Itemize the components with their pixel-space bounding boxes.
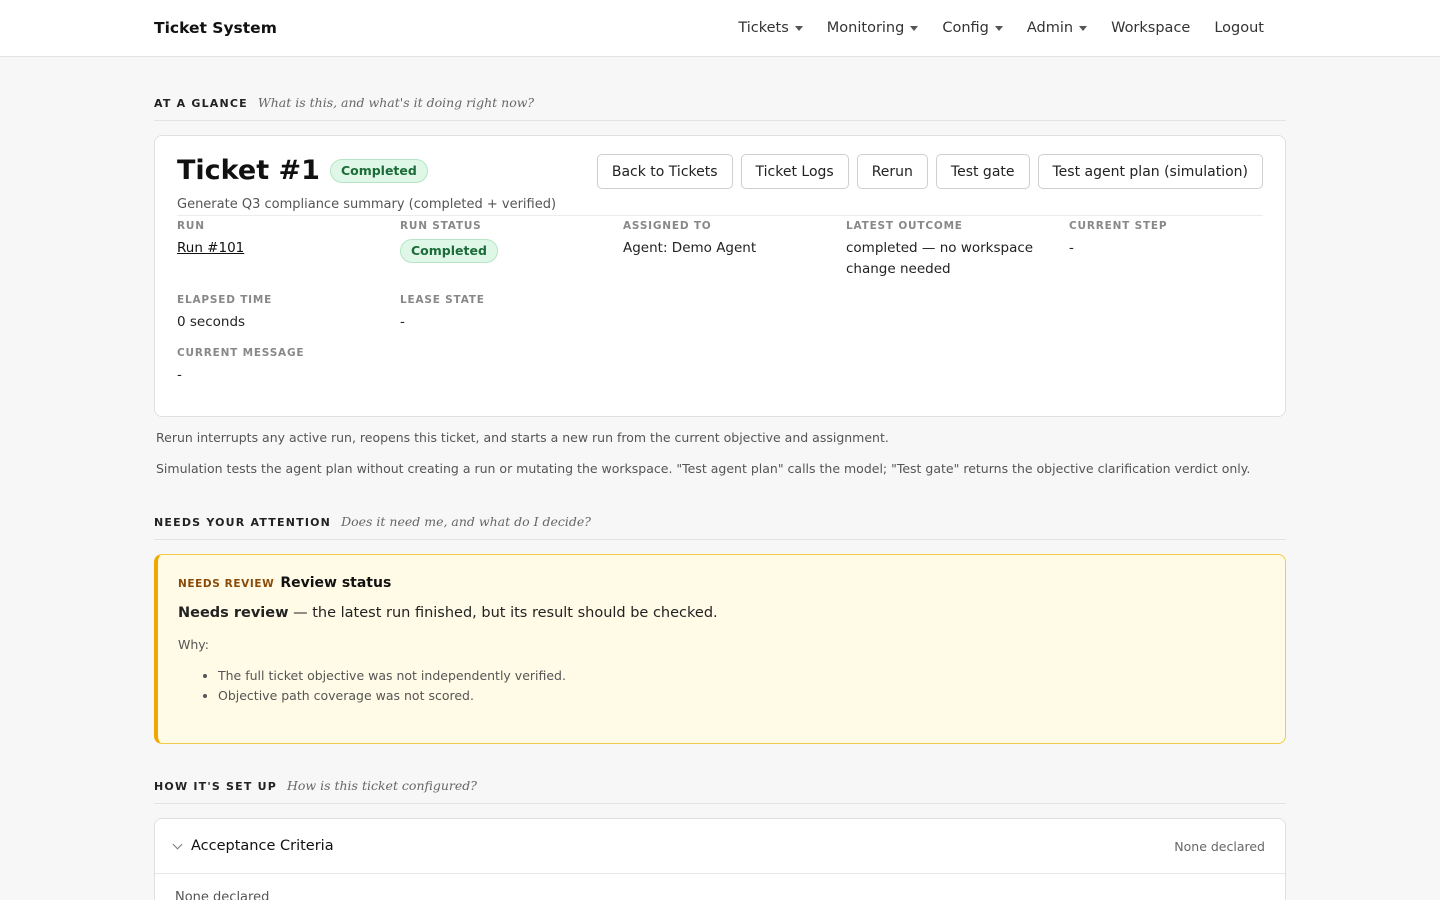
run-link[interactable]: Run #101 — [177, 240, 244, 256]
ticket-title: Ticket #1 — [177, 155, 320, 186]
acceptance-criteria-toggle[interactable]: Acceptance Criteria None declared — [155, 819, 1285, 874]
field-run-status: RUN STATUS Completed — [400, 220, 623, 280]
assigned-value: Agent: Demo Agent — [623, 240, 757, 256]
field-label: ASSIGNED TO — [623, 220, 712, 232]
nav-logout[interactable]: Logout — [1202, 20, 1276, 36]
section-title: NEEDS YOUR ATTENTION — [154, 516, 332, 529]
setup-section-header: HOW IT'S SET UP How is this ticket confi… — [154, 744, 1286, 804]
field-label: CURRENT STEP — [1069, 220, 1168, 232]
section-subtitle: What is this, and what's it doing right … — [257, 95, 535, 110]
why-label: Why: — [178, 637, 209, 652]
simulation-note: Simulation tests the agent plan without … — [156, 461, 1251, 476]
acceptance-criteria-body: None declared — [175, 890, 270, 900]
field-current-message: CURRENT MESSAGE - — [177, 347, 623, 386]
back-to-tickets-button[interactable]: Back to Tickets — [596, 154, 733, 189]
acceptance-criteria-panel: Acceptance Criteria None declared None d… — [154, 818, 1286, 900]
acceptance-criteria-meta: None declared — [1174, 838, 1265, 854]
section-subtitle: Does it need me, and what do I decide? — [341, 514, 592, 529]
review-status-title: Review status — [280, 575, 392, 591]
main-content: AT A GLANCE What is this, and what's it … — [154, 57, 1286, 900]
lease-value: - — [400, 314, 405, 330]
field-elapsed-time: ELAPSED TIME 0 seconds — [177, 294, 400, 333]
caret-down-icon — [794, 26, 803, 31]
ticket-actions: Back to Tickets Ticket Logs Rerun Test g… — [596, 154, 1263, 189]
step-value: - — [1069, 240, 1074, 256]
nav-config[interactable]: Config — [930, 20, 1015, 36]
nav-links: Tickets Monitoring Config Admin Workspac… — [726, 20, 1276, 36]
field-latest-outcome: LATEST OUTCOME completed — no workspace … — [846, 220, 1069, 280]
nav-monitoring[interactable]: Monitoring — [815, 20, 931, 36]
list-item: Objective path coverage was not scored. — [218, 686, 1263, 706]
nav-tickets[interactable]: Tickets — [726, 20, 814, 36]
rerun-note: Rerun interrupts any active run, reopens… — [156, 430, 889, 445]
ticket-fields-grid: RUN Run #101 RUN STATUS Completed ASSIGN… — [177, 220, 1263, 386]
elapsed-value: 0 seconds — [177, 314, 246, 330]
ticket-status-badge: Completed — [329, 159, 428, 183]
outcome-value: completed — no workspace change needed — [846, 240, 1034, 277]
test-gate-button[interactable]: Test gate — [935, 154, 1030, 189]
glance-section-header: AT A GLANCE What is this, and what's it … — [154, 57, 1286, 121]
nav-admin[interactable]: Admin — [1015, 20, 1099, 36]
test-agent-plan-button[interactable]: Test agent plan (simulation) — [1037, 154, 1263, 189]
review-summary-rest: — the latest run finished, but its resul… — [288, 605, 718, 621]
field-label: CURRENT MESSAGE — [177, 347, 305, 359]
brand-logo[interactable]: Ticket System — [154, 19, 277, 37]
section-title: HOW IT'S SET UP — [154, 780, 277, 793]
review-summary-bold: Needs review — [178, 605, 289, 621]
run-status-badge: Completed — [400, 239, 498, 263]
field-lease-state: LEASE STATE - — [400, 294, 623, 333]
nav-monitoring-label: Monitoring — [826, 20, 905, 36]
section-title: AT A GLANCE — [154, 97, 248, 110]
message-value: - — [177, 367, 182, 383]
top-navbar: Ticket System Tickets Monitoring Config … — [0, 0, 1440, 57]
nav-tickets-label: Tickets — [738, 20, 789, 36]
rerun-button[interactable]: Rerun — [856, 154, 928, 189]
field-label: LEASE STATE — [400, 294, 485, 306]
chevron-down-icon — [172, 839, 183, 849]
review-status-card: NEEDS REVIEW Review status Needs review … — [154, 554, 1286, 744]
acceptance-criteria-title: Acceptance Criteria — [191, 838, 334, 854]
field-current-step: CURRENT STEP - — [1069, 220, 1265, 280]
section-subtitle: How is this ticket configured? — [287, 778, 477, 793]
field-label: RUN STATUS — [400, 220, 482, 232]
ticket-logs-button[interactable]: Ticket Logs — [740, 154, 849, 189]
nav-workspace[interactable]: Workspace — [1099, 20, 1202, 36]
field-run: RUN Run #101 — [177, 220, 400, 280]
field-label: RUN — [177, 220, 205, 232]
caret-down-icon — [994, 26, 1003, 31]
field-label: LATEST OUTCOME — [846, 220, 963, 232]
needs-review-tag: NEEDS REVIEW — [178, 578, 275, 590]
nav-config-label: Config — [942, 20, 989, 36]
review-summary: Needs review — the latest run finished, … — [178, 605, 1263, 621]
nav-logout-label: Logout — [1214, 20, 1264, 36]
review-reasons-list: The full ticket objective was not indepe… — [178, 666, 1263, 706]
ticket-description: Generate Q3 compliance summary (complete… — [177, 197, 1263, 216]
ticket-summary-card: Ticket #1 Completed Back to Tickets Tick… — [154, 135, 1286, 417]
list-item: The full ticket objective was not indepe… — [218, 666, 1263, 686]
attention-section-header: NEEDS YOUR ATTENTION Does it need me, an… — [154, 478, 1286, 540]
field-label: ELAPSED TIME — [177, 294, 273, 306]
nav-workspace-label: Workspace — [1111, 20, 1191, 36]
caret-down-icon — [1079, 26, 1088, 31]
nav-admin-label: Admin — [1026, 20, 1074, 36]
caret-down-icon — [910, 26, 919, 31]
field-assigned-to: ASSIGNED TO Agent: Demo Agent — [623, 220, 846, 280]
